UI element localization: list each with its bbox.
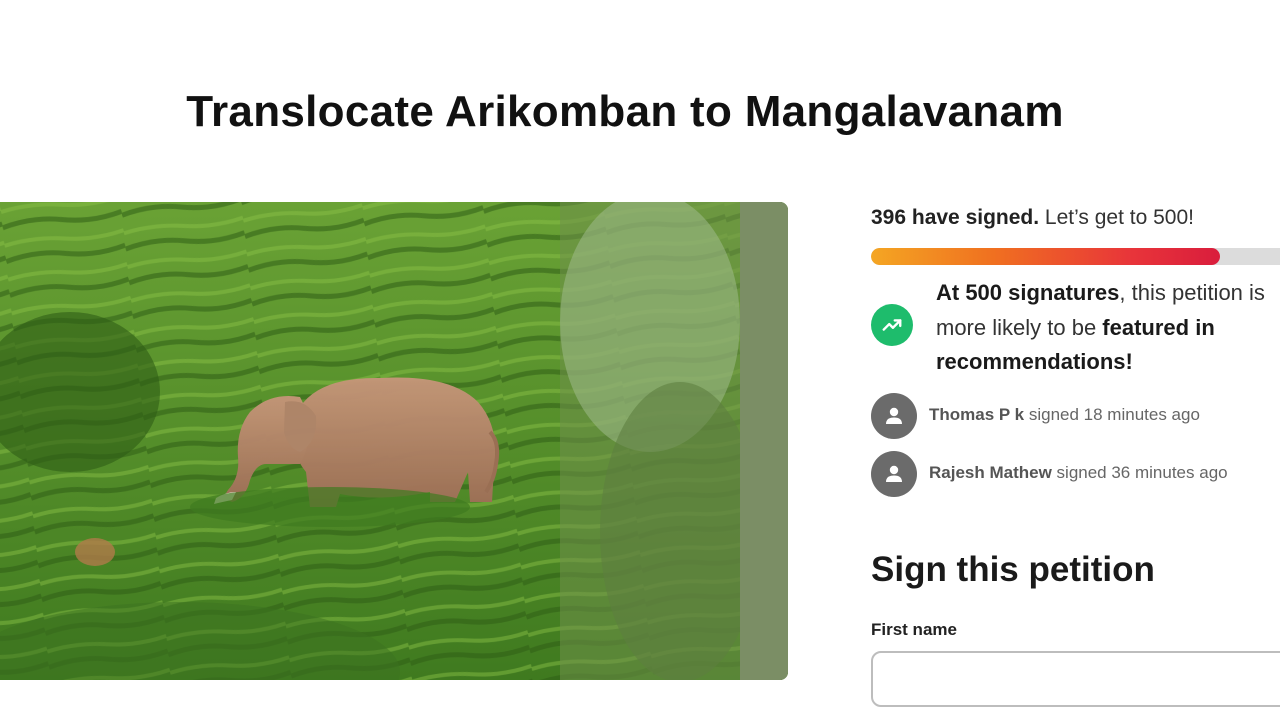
avatar xyxy=(871,451,917,497)
signature-progress-bar xyxy=(871,248,1280,265)
first-name-field[interactable] xyxy=(871,651,1280,707)
elephant-photo xyxy=(0,202,788,680)
sign-petition-heading: Sign this petition xyxy=(871,550,1155,589)
trending-up-icon xyxy=(871,304,913,346)
signer-name: Rajesh Mathew xyxy=(929,463,1052,482)
signature-progress-fill xyxy=(871,248,1220,265)
recent-signer: Thomas P k signed 18 minutes ago xyxy=(871,393,1280,439)
signer-name: Thomas P k xyxy=(929,405,1025,424)
signer-time: signed 18 minutes ago xyxy=(1024,405,1200,424)
user-icon xyxy=(886,465,902,482)
avatar xyxy=(871,393,917,439)
signer-text: Rajesh Mathew signed 36 minutes ago xyxy=(929,463,1228,483)
signature-progress-text: 396 have signed. Let’s get to 500! xyxy=(871,206,1194,230)
milestone-threshold: At 500 signatures xyxy=(936,280,1120,305)
signed-count: 396 have signed. xyxy=(871,206,1040,229)
petition-sidebar: 396 have signed. Let’s get to 500! At 50… xyxy=(871,0,1280,720)
signer-time: signed 36 minutes ago xyxy=(1051,463,1228,482)
petition-page: Translocate Arikomban to Mangalavanam 39… xyxy=(0,0,1280,720)
signer-text: Thomas P k signed 18 minutes ago xyxy=(929,405,1200,425)
user-icon xyxy=(886,407,902,424)
first-name-label: First name xyxy=(871,620,957,639)
petition-image xyxy=(0,202,788,680)
milestone-text: At 500 signatures, this petition is more… xyxy=(936,276,1280,380)
recent-signer: Rajesh Mathew signed 36 minutes ago xyxy=(871,451,1280,497)
goal-text: Let’s get to 500! xyxy=(1039,206,1194,229)
